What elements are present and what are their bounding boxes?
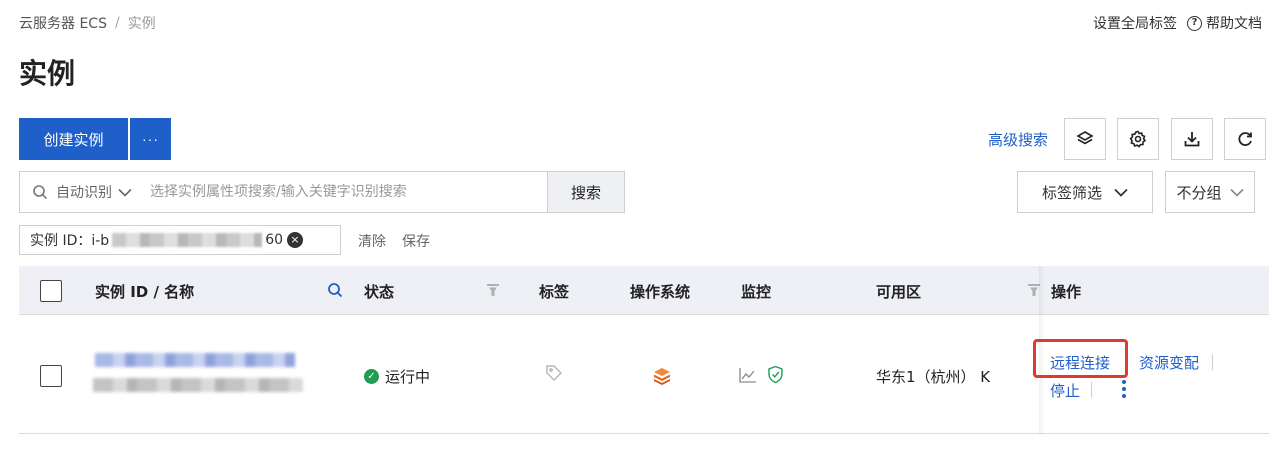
- tag-icon[interactable]: [545, 364, 563, 382]
- advanced-search-link[interactable]: 高级搜索: [988, 129, 1048, 150]
- redacted-instance-name: [93, 378, 303, 392]
- create-instance-button[interactable]: 创建实例: [19, 118, 128, 160]
- help-docs-link[interactable]: ? 帮助文档: [1187, 13, 1262, 33]
- download-button[interactable]: [1171, 118, 1213, 160]
- global-tags-link[interactable]: 设置全局标签: [1093, 13, 1177, 33]
- grouping-label: 不分组: [1176, 184, 1222, 202]
- layers-button[interactable]: [1064, 118, 1106, 160]
- filter-icon[interactable]: [486, 283, 500, 297]
- table-header: 实例 ID / 名称 状态 标签 操作系统 监控 可用区 操作: [19, 266, 1269, 315]
- search-input[interactable]: [150, 184, 490, 200]
- chart-line-icon[interactable]: [739, 367, 757, 383]
- page-title: 实例: [19, 57, 76, 90]
- filter-chip-suffix: 60: [265, 232, 284, 248]
- column-id-name: 实例 ID / 名称: [95, 283, 195, 301]
- clear-filter-link[interactable]: 清除: [358, 231, 386, 251]
- more-actions-button[interactable]: ···: [130, 118, 171, 160]
- top-links: 设置全局标签 ? 帮助文档: [1093, 13, 1262, 33]
- search-icon[interactable]: [327, 282, 343, 298]
- os-icon: [654, 368, 670, 385]
- settings-button[interactable]: [1117, 118, 1159, 160]
- tag-filter-label: 标签筛选: [1041, 184, 1102, 202]
- gear-icon: [1129, 130, 1147, 148]
- resize-link[interactable]: 资源变配: [1139, 352, 1199, 373]
- stop-link[interactable]: 停止: [1050, 380, 1080, 401]
- column-zone: 可用区: [876, 283, 922, 301]
- close-icon[interactable]: ×: [287, 232, 304, 248]
- column-monitor: 监控: [741, 283, 772, 301]
- search-mode-label: 自动识别: [56, 185, 112, 201]
- breadcrumb-root[interactable]: 云服务器 ECS: [19, 13, 107, 33]
- grouping-select[interactable]: 不分组: [1165, 171, 1255, 213]
- status-cell: ✓ 运行中: [364, 366, 430, 387]
- more-options-icon[interactable]: [1122, 380, 1126, 398]
- download-icon: [1184, 132, 1200, 147]
- search-button[interactable]: 搜索: [547, 171, 625, 213]
- redacted-instance-id: [112, 233, 263, 247]
- action-divider: [1212, 354, 1213, 370]
- select-all-checkbox[interactable]: [40, 280, 62, 302]
- highlight-box: [1033, 339, 1128, 378]
- save-filter-link[interactable]: 保存: [402, 231, 430, 251]
- search-icon: [33, 185, 48, 200]
- breadcrumb: 云服务器 ECS / 实例: [19, 13, 156, 33]
- refresh-icon: [1238, 132, 1252, 146]
- refresh-button[interactable]: [1224, 118, 1266, 160]
- breadcrumb-current: 实例: [127, 16, 156, 32]
- search-bar: 自动识别: [19, 171, 548, 213]
- search-mode-select[interactable]: 自动识别: [56, 182, 132, 202]
- layers-icon: [1076, 131, 1094, 145]
- help-icon: ?: [1187, 15, 1202, 31]
- chevron-down-icon: [1114, 188, 1128, 197]
- status-label: 运行中: [385, 368, 431, 386]
- zone-cell: 华东1（杭州） K: [876, 368, 991, 386]
- column-status: 状态: [364, 283, 395, 301]
- redacted-instance-id[interactable]: [95, 353, 295, 367]
- filter-chip-label: 实例 ID：i-b: [30, 233, 110, 249]
- chevron-down-icon: [118, 188, 132, 197]
- action-divider: [1091, 382, 1092, 398]
- shield-check-icon[interactable]: [767, 365, 784, 384]
- tag-filter-button[interactable]: 标签筛选: [1017, 171, 1153, 213]
- column-actions: 操作: [1051, 283, 1082, 301]
- chevron-down-icon: [1229, 188, 1244, 197]
- column-os: 操作系统: [630, 283, 691, 301]
- row-checkbox[interactable]: [40, 365, 62, 387]
- running-status-icon: ✓: [364, 369, 379, 384]
- filter-chip: 实例 ID：i-b 60 ×: [19, 225, 341, 255]
- column-tags: 标签: [539, 283, 570, 301]
- help-docs-label: 帮助文档: [1206, 16, 1262, 32]
- breadcrumb-separator: /: [114, 15, 120, 31]
- filter-actions: 清除 保存: [358, 231, 430, 251]
